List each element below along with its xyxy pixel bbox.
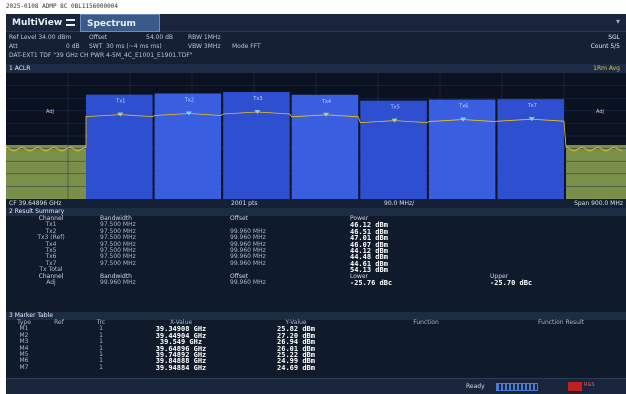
sweep-count: Count 5/5 [590, 43, 620, 50]
cell [356, 365, 496, 371]
transducer-line: DAT-EXT1 TDF "39 GHz CH PWR 4-5M_4C_E100… [9, 52, 193, 59]
sweep-points: 2001 pts [231, 200, 258, 207]
cell: 24.69 dBm [277, 363, 315, 372]
spectrum-trace: Tx1 Tx2 Tx3 Tx4 Tx5 Tx6 Tx7 Adj Adj [6, 73, 626, 199]
sgl-badge: SGL [608, 34, 620, 41]
tab-spectrum-label: Spectrum [87, 19, 136, 29]
grid-icon [66, 19, 76, 26]
channel-block-tx1 [86, 94, 153, 199]
channel-label: Tx1 [115, 99, 125, 105]
timestamp-line: 2025-0108 ADMP 8C 0BL1156000004 [0, 0, 626, 14]
tab-multiview[interactable]: MultiView [6, 14, 85, 32]
channel-label: Tx3 [252, 96, 262, 102]
tab-multiview-label: MultiView [12, 18, 63, 28]
aclr-title-text: 1 ACLR [9, 65, 31, 72]
spectrum-plot[interactable]: Tx1 Tx2 Tx3 Tx4 Tx5 Tx6 Tx7 Adj Adj [6, 73, 626, 199]
cell: 1 [99, 363, 103, 371]
cell [496, 365, 626, 371]
division-scale: 90.0 MHz/ [384, 200, 415, 207]
cell: 39.94884 GHz [155, 363, 207, 372]
trace-indicator: 1Rm Avg [593, 65, 620, 72]
cell: -25.70 dBc [490, 279, 533, 288]
att-label: Att [9, 43, 18, 50]
channel-block-tx4 [291, 94, 359, 199]
measurement-params: Ref Level 34.00 dBm Offset 54.00 dB RBW … [6, 32, 626, 64]
channel-block-tx7 [497, 99, 564, 199]
progress-bar [496, 383, 538, 391]
channel-block-tx5 [360, 100, 427, 199]
tab-spectrum[interactable]: Spectrum [80, 14, 160, 32]
mode[interactable]: Mode FFT [232, 43, 261, 50]
status-bar: Ready R&S [6, 378, 626, 394]
ready-status: Ready [466, 383, 485, 390]
rohde-schwarz-logo [568, 382, 582, 391]
logo-text: R&S [584, 382, 595, 388]
noise-floor-left [6, 145, 86, 199]
cell: 99.960 MHz [230, 279, 266, 287]
rbw[interactable]: RBW 1MHz [188, 34, 221, 41]
adjacent-label: Adj [46, 109, 54, 115]
offset-label: Offset [89, 34, 108, 41]
att-value[interactable]: 0 dB [66, 43, 80, 50]
span: Span 900.0 MHz [574, 200, 623, 207]
analyzer-window: MultiView Spectrum ▾ Ref Level 34.00 dBm… [6, 14, 626, 394]
cell: -25.76 dBc [350, 279, 393, 288]
adjacent-label: Adj [596, 109, 604, 115]
channel-block-tx2 [154, 93, 222, 199]
ref-level[interactable]: Ref Level 34.00 dBm [9, 34, 71, 41]
aclr-window-title: 1 ACLR 1Rm Avg [6, 64, 626, 73]
channel-label: Tx2 [184, 97, 194, 103]
adjacent-row: Adj 99.960 MHz 99.960 MHz -25.76 dBc -25.70 … [6, 279, 626, 288]
cell: 99.960 MHz [100, 279, 136, 287]
x-axis-info: CF 39.64896 GHz 2001 pts 90.0 MHz/ Span … [6, 199, 626, 208]
tab-bar: MultiView Spectrum ▾ [6, 14, 626, 32]
noise-floor-right [566, 145, 626, 199]
vbw[interactable]: VBW 3MHz [188, 43, 221, 50]
marker-table: Type Ref Trc X-Value Y-Value Function Function… [6, 319, 626, 372]
offset-value[interactable]: 54.00 dB [146, 34, 173, 41]
swt-value[interactable]: 30 ms (~4 ms ms) [106, 43, 162, 50]
chevron-down-icon[interactable]: ▾ [616, 17, 620, 26]
result-summary-table: Channel Bandwidth Offset Power Tx1 97.500 MHz… [6, 215, 626, 288]
channel-label: Tx6 [458, 104, 468, 110]
center-frequency: CF 39.64896 GHz [9, 200, 62, 207]
channel-label: Tx5 [390, 105, 400, 111]
channel-label: Tx4 [321, 99, 331, 105]
cell: Adj [46, 279, 56, 287]
marker-row[interactable]: M7 1 39.94884 GHz 24.69 dBm [6, 363, 626, 372]
cell: M7 [19, 363, 29, 371]
swt-label: SWT [89, 43, 103, 50]
channel-label: Tx7 [527, 103, 537, 109]
channel-block-tx6 [428, 99, 496, 199]
channel-block-tx3 [223, 91, 290, 199]
result-summary-title: 2 Result Summary [6, 208, 626, 216]
cell [42, 365, 76, 371]
